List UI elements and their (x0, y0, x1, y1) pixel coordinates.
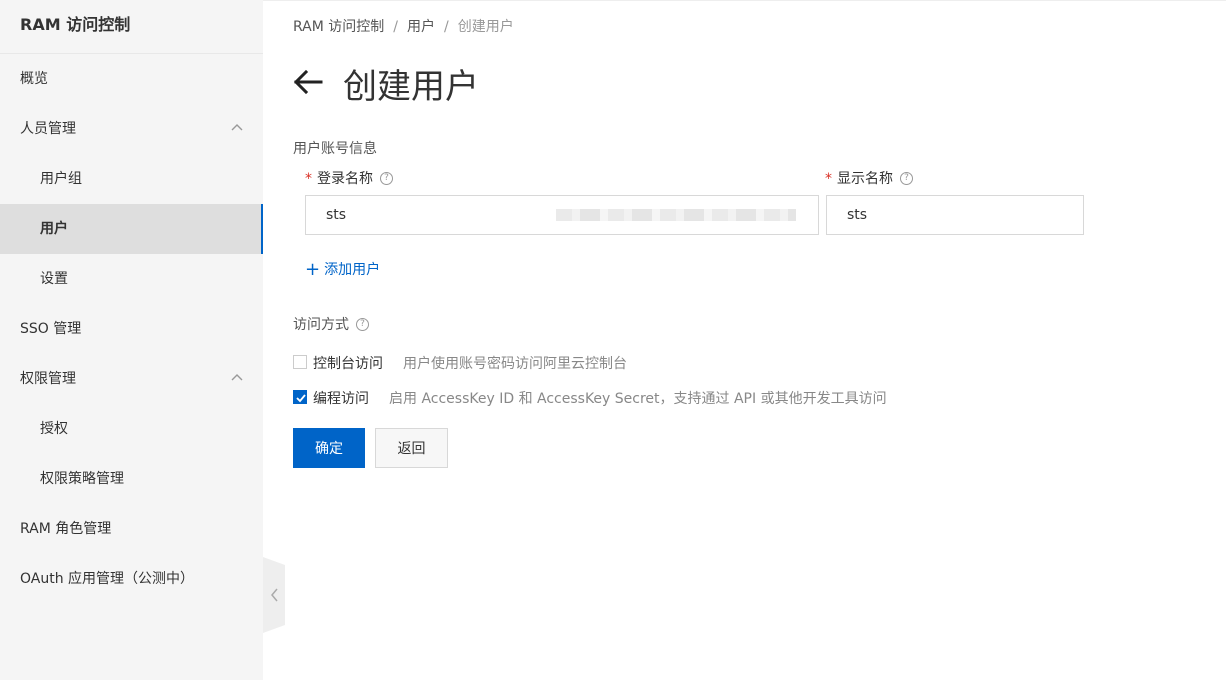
display-name-value: sts (847, 207, 868, 223)
confirm-button[interactable]: 确定 (293, 428, 365, 468)
sidebar: RAM 访问控制 概览 人员管理 用户组 用户 设置 SSO 管理 权限管理 授… (0, 0, 263, 680)
sidebar-item-label: 概览 (20, 71, 48, 87)
plus-icon: + (305, 259, 321, 280)
access-section-label: 访问方式? (293, 314, 369, 334)
programmatic-access-option[interactable]: 编程访问 启用 AccessKey ID 和 AccessKey Secret，支… (293, 388, 887, 408)
sidebar-item-grants[interactable]: 授权 (0, 404, 263, 454)
breadcrumb-item-ram[interactable]: RAM 访问控制 (293, 19, 384, 35)
sidebar-item-label: RAM 角色管理 (20, 521, 112, 537)
sidebar-item-label: 用户组 (40, 171, 82, 187)
login-name-input[interactable]: sts (305, 195, 819, 235)
console-access-label: 控制台访问 (313, 356, 383, 372)
sidebar-item-ram-roles[interactable]: RAM 角色管理 (0, 504, 263, 554)
back-button[interactable]: 返回 (375, 428, 448, 468)
redacted-domain-suffix (556, 209, 796, 221)
breadcrumb-separator: / (393, 19, 398, 35)
console-access-option[interactable]: 控制台访问 用户使用账号密码访问阿里云控制台 (293, 353, 627, 373)
chevron-up-icon (231, 124, 243, 131)
breadcrumb-item-users[interactable]: 用户 (407, 19, 435, 35)
display-name-label: * 显示名称? (825, 168, 913, 188)
sidebar-item-overview[interactable]: 概览 (0, 54, 263, 104)
display-name-input[interactable]: sts (826, 195, 1084, 235)
login-name-label: * 登录名称? (305, 168, 393, 188)
breadcrumb: RAM 访问控制 / 用户 / 创建用户 (293, 16, 514, 36)
account-section-label: 用户账号信息 (293, 141, 377, 157)
sidebar-item-label: 设置 (40, 271, 68, 287)
chevron-up-icon (231, 374, 243, 381)
add-user-label: 添加用户 (324, 262, 381, 278)
question-circle-icon[interactable]: ? (356, 317, 369, 331)
display-name-label-text: 显示名称 (837, 171, 893, 187)
login-name-label-text: 登录名称 (317, 171, 373, 187)
sidebar-item-label: 授权 (40, 421, 68, 437)
sidebar-item-policies[interactable]: 权限策略管理 (0, 454, 263, 504)
sidebar-item-permission-management[interactable]: 权限管理 (0, 354, 263, 404)
console-access-checkbox[interactable] (293, 355, 307, 369)
programmatic-access-checkbox[interactable] (293, 390, 307, 404)
sidebar-item-label: OAuth 应用管理（公测中） (20, 571, 195, 587)
access-section-label-text: 访问方式 (293, 317, 349, 333)
sidebar-item-label: 权限管理 (20, 371, 76, 387)
sidebar-item-sso[interactable]: SSO 管理 (0, 304, 263, 354)
login-name-value: sts (326, 207, 347, 223)
sidebar-item-user-groups[interactable]: 用户组 (0, 154, 263, 204)
add-user-button[interactable]: + 添加用户 (305, 258, 381, 280)
sidebar-title: RAM 访问控制 (0, 0, 263, 54)
sidebar-item-label: 人员管理 (20, 121, 76, 137)
programmatic-access-label: 编程访问 (313, 391, 369, 407)
programmatic-access-description: 启用 AccessKey ID 和 AccessKey Secret，支持通过 … (389, 391, 887, 407)
sidebar-item-people-management[interactable]: 人员管理 (0, 104, 263, 154)
sidebar-item-users[interactable]: 用户 (0, 204, 263, 254)
sidebar-item-label: SSO 管理 (20, 321, 82, 337)
breadcrumb-item-current: 创建用户 (457, 19, 514, 35)
page-title: 创建用户 (343, 67, 479, 107)
console-access-description: 用户使用账号密码访问阿里云控制台 (403, 356, 627, 372)
checkmark-icon (296, 394, 306, 403)
breadcrumb-separator: / (444, 19, 449, 35)
required-mark: * (305, 171, 312, 187)
required-mark: * (825, 171, 832, 187)
sidebar-item-label: 用户 (40, 221, 68, 237)
arrow-left-icon[interactable] (293, 69, 323, 95)
sidebar-item-settings[interactable]: 设置 (0, 254, 263, 304)
sidebar-item-oauth-apps[interactable]: OAuth 应用管理（公测中） (0, 554, 263, 604)
question-circle-icon[interactable]: ? (380, 171, 393, 185)
sidebar-item-label: 权限策略管理 (40, 471, 124, 487)
main-content: RAM 访问控制 / 用户 / 创建用户 创建用户 用户账号信息 * 登录名称? * 显示名… (263, 0, 1226, 680)
question-circle-icon[interactable]: ? (900, 171, 913, 185)
